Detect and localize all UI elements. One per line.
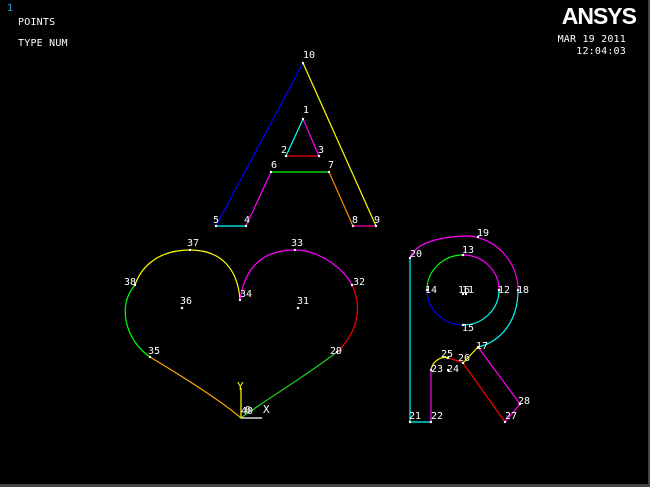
keypoint-label-6: 6 — [271, 160, 277, 171]
keypoint-label-35: 35 — [148, 346, 160, 357]
numbering-label: TYPE NUM — [18, 38, 68, 49]
keypoint-label-40: 40 — [241, 406, 253, 417]
keypoint-label-12: 12 — [498, 285, 510, 296]
keypoint-label-8: 8 — [352, 215, 358, 226]
keypoint-label-1: 1 — [303, 105, 309, 116]
keypoint-label-16: 16 — [458, 285, 470, 296]
arc-32-29 — [336, 284, 359, 353]
keypoint-label-24: 24 — [447, 364, 459, 375]
triad-x-label: X — [263, 403, 270, 416]
keypoint-label-20: 20 — [410, 249, 422, 260]
keypoint-label-10: 10 — [303, 50, 315, 61]
plot-time: 12:04:03 — [576, 46, 626, 57]
ansys-logo: ANSYS — [561, 3, 637, 29]
line-7-8 — [328, 171, 354, 227]
arc-34-33 — [239, 249, 353, 301]
keypoint-label-21: 21 — [409, 411, 421, 422]
keypoint-label-26: 26 — [458, 353, 470, 364]
keypoint-label-32: 32 — [353, 277, 365, 288]
keypoint-label-13: 13 — [462, 245, 474, 256]
line-3-1 — [302, 118, 320, 157]
arc-38-35 — [124, 284, 151, 358]
keypoint-label-34: 34 — [240, 289, 252, 300]
keypoint-label-2: 2 — [281, 145, 287, 156]
letter-a-geometry — [215, 62, 377, 227]
keypoint-dot — [269, 170, 273, 174]
line-35-40 — [149, 356, 242, 419]
plot-type-label: POINTS — [18, 17, 56, 28]
keypoint-label-28: 28 — [518, 396, 530, 407]
keypoint-label-31: 31 — [297, 296, 309, 307]
keypoint-label-19: 19 — [477, 228, 489, 239]
keypoint-dot — [188, 248, 192, 252]
graphics-window[interactable]: Y X 0 1 2 3 4 5 6 7 8 9 10 11 12 13 14 15 16 17 18 19 20 21 2… — [0, 0, 650, 487]
plot-date: MAR 19 2011 — [557, 34, 626, 45]
keypoint-label-14: 14 — [425, 285, 437, 296]
line-26-27 — [462, 362, 506, 423]
arc-34-37 — [134, 249, 241, 301]
keypoint-dot — [296, 306, 300, 310]
line-5-10 — [215, 62, 304, 227]
keypoint-label-5: 5 — [213, 215, 219, 226]
keypoint-label-36: 36 — [180, 296, 192, 307]
keypoint-dot — [301, 61, 305, 65]
keypoint-dot — [180, 306, 184, 310]
keypoint-label-3: 3 — [318, 145, 324, 156]
keypoint-label-25: 25 — [441, 349, 453, 360]
keypoint-label-23: 23 — [431, 364, 443, 375]
keypoint-label-22: 22 — [431, 411, 443, 422]
keypoint-label-38: 38 — [124, 277, 136, 288]
keypoint-label-18: 18 — [517, 285, 529, 296]
keypoint-label-7: 7 — [328, 160, 334, 171]
keypoint-dot — [327, 170, 331, 174]
window-number: 1 — [7, 3, 14, 14]
keypoint-label-27: 27 — [505, 411, 517, 422]
triad-y-label: Y — [237, 380, 244, 393]
line-1-2 — [285, 118, 304, 157]
keypoint-label-15: 15 — [462, 323, 474, 334]
keypoint-label-33: 33 — [291, 238, 303, 249]
keypoint-label-37: 37 — [187, 238, 199, 249]
line-29-40 — [240, 351, 338, 419]
keypoint-dot — [293, 248, 297, 252]
keypoint-label-29: 29 — [330, 346, 342, 357]
line-28-17 — [477, 346, 521, 405]
keypoint-label-17: 17 — [476, 341, 488, 352]
keypoint-label-9: 9 — [374, 215, 380, 226]
keypoint-dot — [301, 117, 305, 121]
model-canvas[interactable]: Y X 0 12 3456 78 91011 12131415161718192021 2… — [0, 0, 648, 484]
keypoint-label-4: 4 — [244, 215, 250, 226]
